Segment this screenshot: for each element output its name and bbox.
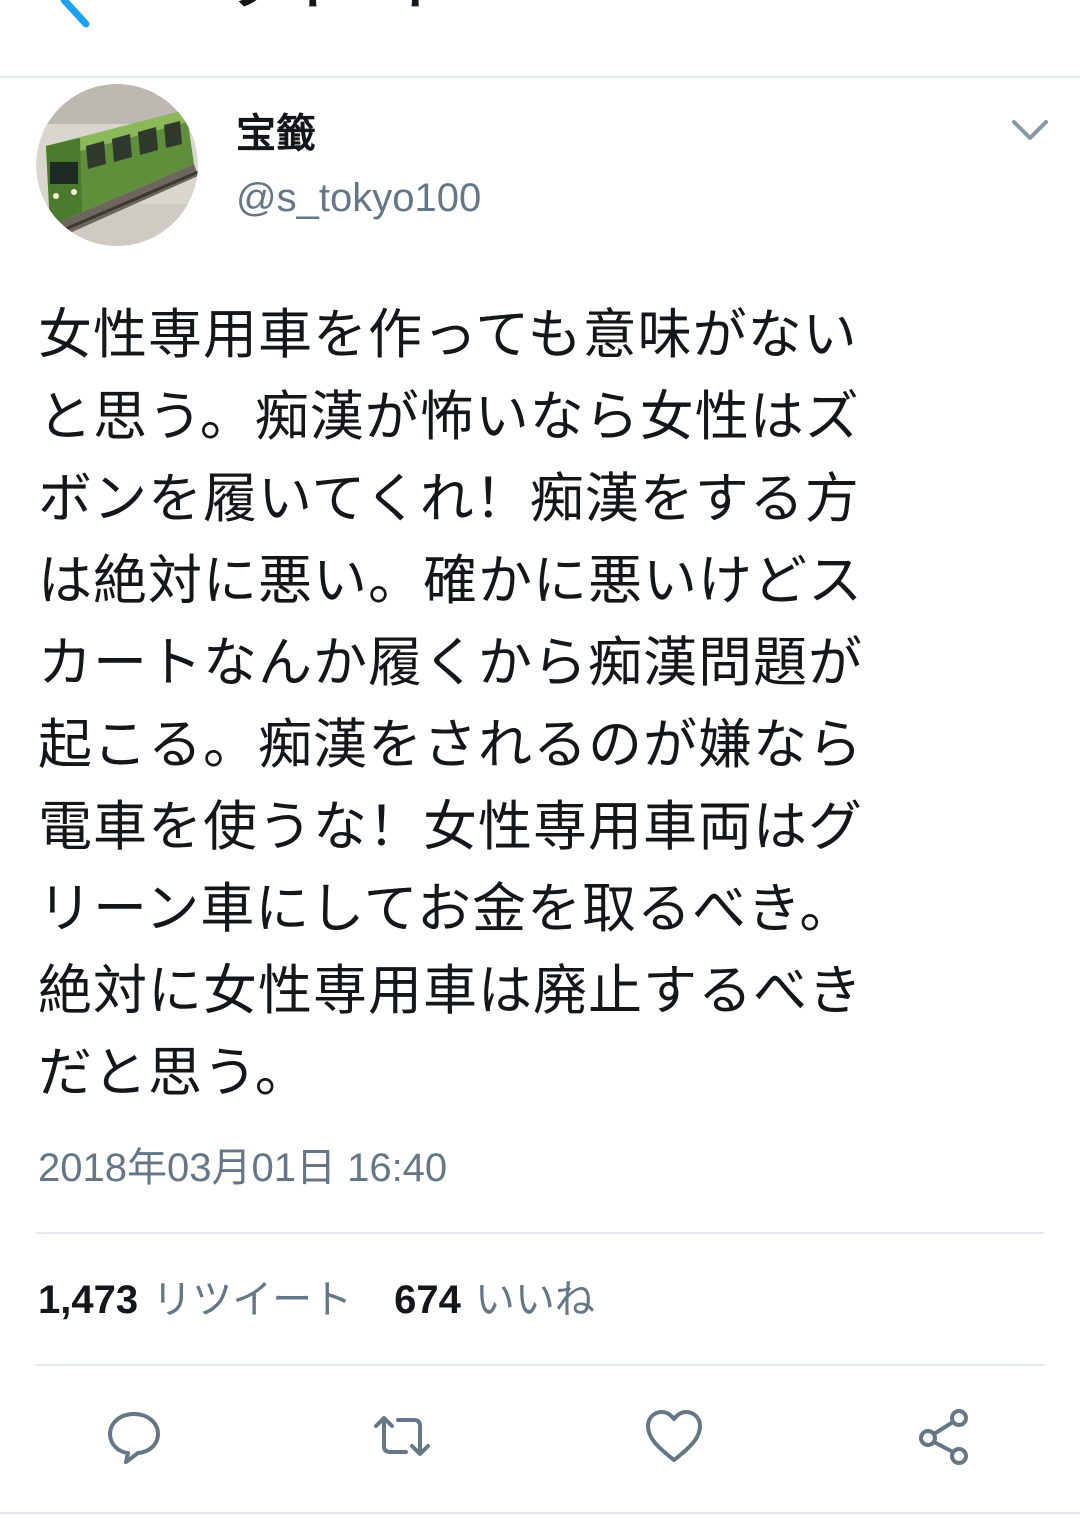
tweet-text: 女性専用車を作っても意味がない と思う。痴漢が怖いなら女性はズ ボンを履いてくれ… <box>38 303 863 1104</box>
like-count[interactable]: 674 <box>394 1274 461 1326</box>
retweet-icon <box>374 1416 430 1456</box>
retweet-label[interactable]: リツイート <box>152 1274 352 1326</box>
tweet-stats: 1,473 リツイート 674 いいね <box>38 1274 595 1326</box>
like-button[interactable] <box>642 1404 706 1468</box>
retweet-button[interactable] <box>370 1404 434 1468</box>
like-label[interactable]: いいね <box>475 1274 595 1326</box>
heart-icon <box>646 1410 702 1462</box>
share-button[interactable] <box>912 1404 976 1468</box>
back-button[interactable] <box>46 0 106 30</box>
author-handle[interactable]: @s_tokyo100 <box>236 174 481 222</box>
tweet-menu-button[interactable] <box>1008 112 1052 148</box>
chevron-down-icon <box>1012 120 1048 140</box>
chevron-left-icon <box>60 0 90 28</box>
share-icon <box>919 1409 968 1465</box>
retweet-count[interactable]: 1,473 <box>38 1274 138 1326</box>
divider <box>36 1364 1044 1366</box>
avatar[interactable] <box>36 84 198 246</box>
reply-icon <box>108 1412 160 1464</box>
avatar-train-photo <box>36 84 198 246</box>
tweet-timestamp[interactable]: 2018年03月01日 16:40 <box>38 1142 447 1194</box>
author-display-name[interactable]: 宝籤 <box>236 108 316 160</box>
top-bar: ツイート <box>0 0 1080 78</box>
divider <box>0 1512 1080 1514</box>
reply-button[interactable] <box>102 1404 166 1468</box>
page-title: ツイート <box>226 0 450 14</box>
divider <box>36 1232 1044 1234</box>
